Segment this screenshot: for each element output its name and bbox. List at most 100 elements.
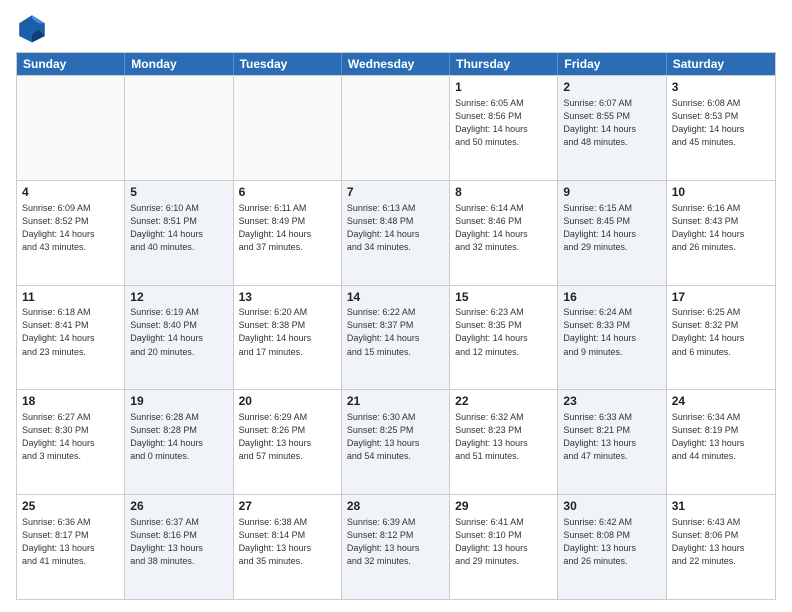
day-number: 25	[22, 498, 119, 515]
cell-info: Sunrise: 6:05 AM Sunset: 8:56 PM Dayligh…	[455, 97, 552, 149]
cell-info: Sunrise: 6:08 AM Sunset: 8:53 PM Dayligh…	[672, 97, 770, 149]
day-number: 4	[22, 184, 119, 201]
calendar-cell: 25Sunrise: 6:36 AM Sunset: 8:17 PM Dayli…	[17, 495, 125, 599]
calendar: SundayMondayTuesdayWednesdayThursdayFrid…	[16, 52, 776, 600]
calendar-body: 1Sunrise: 6:05 AM Sunset: 8:56 PM Daylig…	[17, 75, 775, 599]
day-number: 15	[455, 289, 552, 306]
calendar-cell: 8Sunrise: 6:14 AM Sunset: 8:46 PM Daylig…	[450, 181, 558, 285]
cell-info: Sunrise: 6:39 AM Sunset: 8:12 PM Dayligh…	[347, 516, 444, 568]
cell-info: Sunrise: 6:38 AM Sunset: 8:14 PM Dayligh…	[239, 516, 336, 568]
cell-info: Sunrise: 6:24 AM Sunset: 8:33 PM Dayligh…	[563, 306, 660, 358]
calendar-cell: 6Sunrise: 6:11 AM Sunset: 8:49 PM Daylig…	[234, 181, 342, 285]
calendar-cell: 21Sunrise: 6:30 AM Sunset: 8:25 PM Dayli…	[342, 390, 450, 494]
calendar-cell: 7Sunrise: 6:13 AM Sunset: 8:48 PM Daylig…	[342, 181, 450, 285]
day-header: Tuesday	[234, 53, 342, 75]
day-header: Friday	[558, 53, 666, 75]
day-number: 14	[347, 289, 444, 306]
calendar-cell: 19Sunrise: 6:28 AM Sunset: 8:28 PM Dayli…	[125, 390, 233, 494]
calendar-cell: 2Sunrise: 6:07 AM Sunset: 8:55 PM Daylig…	[558, 76, 666, 180]
calendar-cell: 3Sunrise: 6:08 AM Sunset: 8:53 PM Daylig…	[667, 76, 775, 180]
cell-info: Sunrise: 6:22 AM Sunset: 8:37 PM Dayligh…	[347, 306, 444, 358]
calendar-cell: 30Sunrise: 6:42 AM Sunset: 8:08 PM Dayli…	[558, 495, 666, 599]
cell-info: Sunrise: 6:28 AM Sunset: 8:28 PM Dayligh…	[130, 411, 227, 463]
calendar-cell: 13Sunrise: 6:20 AM Sunset: 8:38 PM Dayli…	[234, 286, 342, 390]
day-number: 13	[239, 289, 336, 306]
logo-icon	[16, 12, 48, 44]
day-header: Sunday	[17, 53, 125, 75]
calendar-cell: 1Sunrise: 6:05 AM Sunset: 8:56 PM Daylig…	[450, 76, 558, 180]
cell-info: Sunrise: 6:30 AM Sunset: 8:25 PM Dayligh…	[347, 411, 444, 463]
day-number: 21	[347, 393, 444, 410]
day-header: Saturday	[667, 53, 775, 75]
cell-info: Sunrise: 6:14 AM Sunset: 8:46 PM Dayligh…	[455, 202, 552, 254]
calendar-row: 11Sunrise: 6:18 AM Sunset: 8:41 PM Dayli…	[17, 285, 775, 390]
day-number: 23	[563, 393, 660, 410]
logo	[16, 12, 52, 44]
cell-info: Sunrise: 6:36 AM Sunset: 8:17 PM Dayligh…	[22, 516, 119, 568]
day-number: 31	[672, 498, 770, 515]
cell-info: Sunrise: 6:32 AM Sunset: 8:23 PM Dayligh…	[455, 411, 552, 463]
calendar-cell	[125, 76, 233, 180]
day-number: 30	[563, 498, 660, 515]
day-header: Wednesday	[342, 53, 450, 75]
calendar-cell: 24Sunrise: 6:34 AM Sunset: 8:19 PM Dayli…	[667, 390, 775, 494]
day-number: 5	[130, 184, 227, 201]
cell-info: Sunrise: 6:15 AM Sunset: 8:45 PM Dayligh…	[563, 202, 660, 254]
calendar-cell: 9Sunrise: 6:15 AM Sunset: 8:45 PM Daylig…	[558, 181, 666, 285]
cell-info: Sunrise: 6:37 AM Sunset: 8:16 PM Dayligh…	[130, 516, 227, 568]
day-number: 8	[455, 184, 552, 201]
cell-info: Sunrise: 6:29 AM Sunset: 8:26 PM Dayligh…	[239, 411, 336, 463]
cell-info: Sunrise: 6:16 AM Sunset: 8:43 PM Dayligh…	[672, 202, 770, 254]
calendar-cell: 29Sunrise: 6:41 AM Sunset: 8:10 PM Dayli…	[450, 495, 558, 599]
calendar-cell: 4Sunrise: 6:09 AM Sunset: 8:52 PM Daylig…	[17, 181, 125, 285]
day-number: 22	[455, 393, 552, 410]
day-number: 19	[130, 393, 227, 410]
day-number: 18	[22, 393, 119, 410]
cell-info: Sunrise: 6:25 AM Sunset: 8:32 PM Dayligh…	[672, 306, 770, 358]
cell-info: Sunrise: 6:43 AM Sunset: 8:06 PM Dayligh…	[672, 516, 770, 568]
day-number: 20	[239, 393, 336, 410]
calendar-cell: 12Sunrise: 6:19 AM Sunset: 8:40 PM Dayli…	[125, 286, 233, 390]
calendar-cell: 18Sunrise: 6:27 AM Sunset: 8:30 PM Dayli…	[17, 390, 125, 494]
calendar-row: 25Sunrise: 6:36 AM Sunset: 8:17 PM Dayli…	[17, 494, 775, 599]
calendar-header: SundayMondayTuesdayWednesdayThursdayFrid…	[17, 53, 775, 75]
day-number: 24	[672, 393, 770, 410]
day-number: 27	[239, 498, 336, 515]
day-number: 17	[672, 289, 770, 306]
cell-info: Sunrise: 6:13 AM Sunset: 8:48 PM Dayligh…	[347, 202, 444, 254]
calendar-cell: 22Sunrise: 6:32 AM Sunset: 8:23 PM Dayli…	[450, 390, 558, 494]
cell-info: Sunrise: 6:18 AM Sunset: 8:41 PM Dayligh…	[22, 306, 119, 358]
cell-info: Sunrise: 6:42 AM Sunset: 8:08 PM Dayligh…	[563, 516, 660, 568]
day-number: 12	[130, 289, 227, 306]
day-number: 28	[347, 498, 444, 515]
cell-info: Sunrise: 6:33 AM Sunset: 8:21 PM Dayligh…	[563, 411, 660, 463]
calendar-row: 18Sunrise: 6:27 AM Sunset: 8:30 PM Dayli…	[17, 389, 775, 494]
cell-info: Sunrise: 6:20 AM Sunset: 8:38 PM Dayligh…	[239, 306, 336, 358]
calendar-cell: 14Sunrise: 6:22 AM Sunset: 8:37 PM Dayli…	[342, 286, 450, 390]
cell-info: Sunrise: 6:34 AM Sunset: 8:19 PM Dayligh…	[672, 411, 770, 463]
calendar-cell	[342, 76, 450, 180]
calendar-row: 1Sunrise: 6:05 AM Sunset: 8:56 PM Daylig…	[17, 75, 775, 180]
cell-info: Sunrise: 6:10 AM Sunset: 8:51 PM Dayligh…	[130, 202, 227, 254]
page: SundayMondayTuesdayWednesdayThursdayFrid…	[0, 0, 792, 612]
day-number: 1	[455, 79, 552, 96]
cell-info: Sunrise: 6:27 AM Sunset: 8:30 PM Dayligh…	[22, 411, 119, 463]
cell-info: Sunrise: 6:07 AM Sunset: 8:55 PM Dayligh…	[563, 97, 660, 149]
calendar-cell	[234, 76, 342, 180]
calendar-cell: 11Sunrise: 6:18 AM Sunset: 8:41 PM Dayli…	[17, 286, 125, 390]
day-number: 16	[563, 289, 660, 306]
header	[16, 12, 776, 44]
day-number: 10	[672, 184, 770, 201]
calendar-cell: 31Sunrise: 6:43 AM Sunset: 8:06 PM Dayli…	[667, 495, 775, 599]
day-number: 11	[22, 289, 119, 306]
calendar-cell: 27Sunrise: 6:38 AM Sunset: 8:14 PM Dayli…	[234, 495, 342, 599]
day-number: 9	[563, 184, 660, 201]
day-header: Thursday	[450, 53, 558, 75]
day-number: 6	[239, 184, 336, 201]
calendar-cell: 16Sunrise: 6:24 AM Sunset: 8:33 PM Dayli…	[558, 286, 666, 390]
cell-info: Sunrise: 6:19 AM Sunset: 8:40 PM Dayligh…	[130, 306, 227, 358]
cell-info: Sunrise: 6:23 AM Sunset: 8:35 PM Dayligh…	[455, 306, 552, 358]
calendar-cell: 23Sunrise: 6:33 AM Sunset: 8:21 PM Dayli…	[558, 390, 666, 494]
calendar-row: 4Sunrise: 6:09 AM Sunset: 8:52 PM Daylig…	[17, 180, 775, 285]
calendar-cell: 26Sunrise: 6:37 AM Sunset: 8:16 PM Dayli…	[125, 495, 233, 599]
